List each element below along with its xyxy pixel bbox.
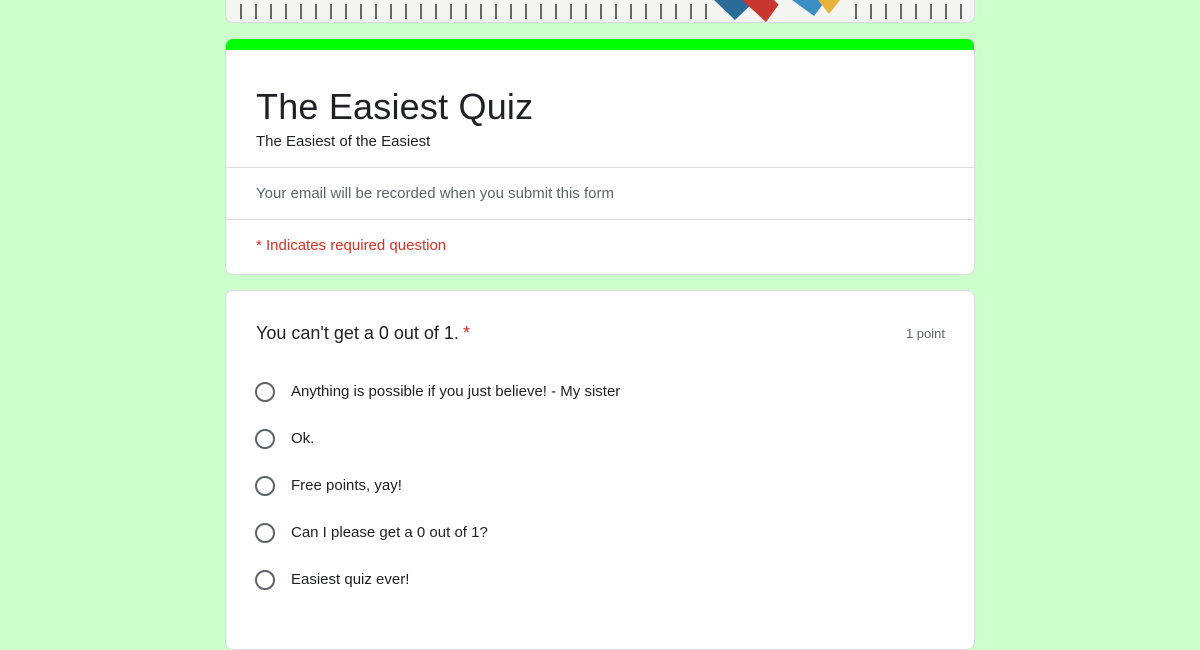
radio-button[interactable] [255,382,275,402]
question-title: You can't get a 0 out of 1. * [256,322,470,344]
radio-button[interactable] [255,523,275,543]
radio-option[interactable]: Can I please get a 0 out of 1? [255,521,488,545]
radio-option-label: Ok. [291,430,315,447]
radio-button[interactable] [255,429,275,449]
form-description: The Easiest of the Easiest [256,133,431,150]
divider [226,167,974,168]
radio-option[interactable]: Free points, yay! [255,474,402,498]
form-title: The Easiest Quiz [256,86,534,127]
radio-option-label: Can I please get a 0 out of 1? [291,524,488,541]
accent-bar [226,39,974,50]
email-recorded-note: Your email will be recorded when you sub… [256,185,614,202]
radio-option-label: Free points, yay! [291,477,402,494]
required-asterisk: * [462,323,470,343]
question-points: 1 point [905,326,945,341]
radio-option-label: Anything is possible if you just believe… [291,383,621,400]
radio-button[interactable] [255,476,275,496]
question-card: You can't get a 0 out of 1. * 1 point Any… [225,290,975,650]
form-title-card: The Easiest Quiz The Easiest of the Easi… [225,38,975,275]
radio-button[interactable] [255,570,275,590]
divider [226,219,974,220]
radio-option[interactable]: Easiest quiz ever! [255,568,409,592]
required-question-note: * Indicates required question [256,237,447,254]
radio-option-label: Easiest quiz ever! [291,571,410,588]
question-text: You can't get a 0 out of 1. [256,323,459,343]
radio-option[interactable]: Ok. [255,427,314,451]
radio-option[interactable]: Anything is possible if you just believe… [255,380,620,404]
header-banner-image [225,0,975,23]
